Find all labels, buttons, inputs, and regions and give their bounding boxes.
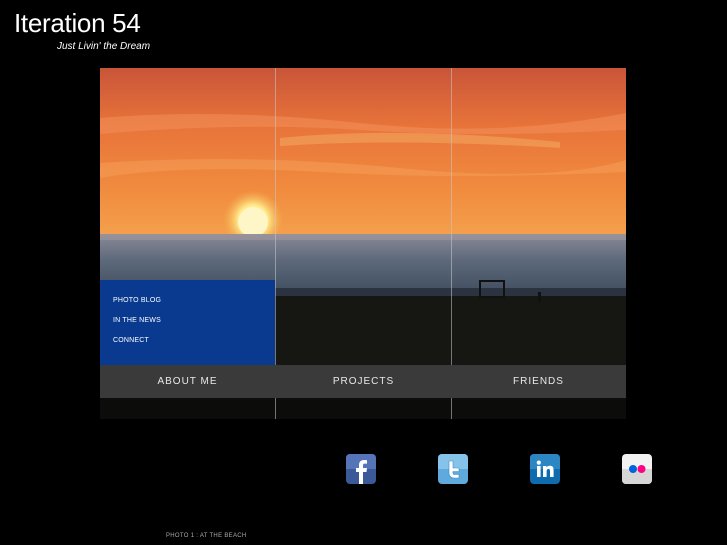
flickr-link[interactable] xyxy=(622,454,652,484)
submenu-photo-blog[interactable]: PHOTO BLOG xyxy=(113,297,161,304)
submenu-panel: PHOTO BLOG IN THE NEWS CONNECT xyxy=(100,280,275,366)
twitter-link[interactable] xyxy=(438,454,468,484)
hero-banner: PHOTO BLOG IN THE NEWS CONNECT ABOUT ME … xyxy=(100,68,626,419)
submenu-in-the-news[interactable]: IN THE NEWS xyxy=(113,317,161,324)
main-menu: ABOUT ME PROJECTS FRIENDS xyxy=(100,365,626,398)
linkedin-link[interactable] xyxy=(530,454,560,484)
site-title: Iteration 54 xyxy=(14,8,141,38)
linkedin-icon xyxy=(530,454,560,477)
submenu-connect[interactable]: CONNECT xyxy=(113,337,149,344)
flickr-icon xyxy=(622,465,652,484)
menu-projects[interactable]: PROJECTS xyxy=(276,365,451,398)
facebook-icon xyxy=(346,454,376,484)
site-tagline: Just Livin' the Dream xyxy=(57,41,151,52)
facebook-link[interactable] xyxy=(346,454,376,484)
menu-about-me[interactable]: ABOUT ME xyxy=(100,365,275,398)
photo-caption: PHOTO 1 : AT THE BEACH xyxy=(166,533,247,539)
twitter-icon xyxy=(438,454,468,479)
menu-friends[interactable]: FRIENDS xyxy=(451,365,626,398)
